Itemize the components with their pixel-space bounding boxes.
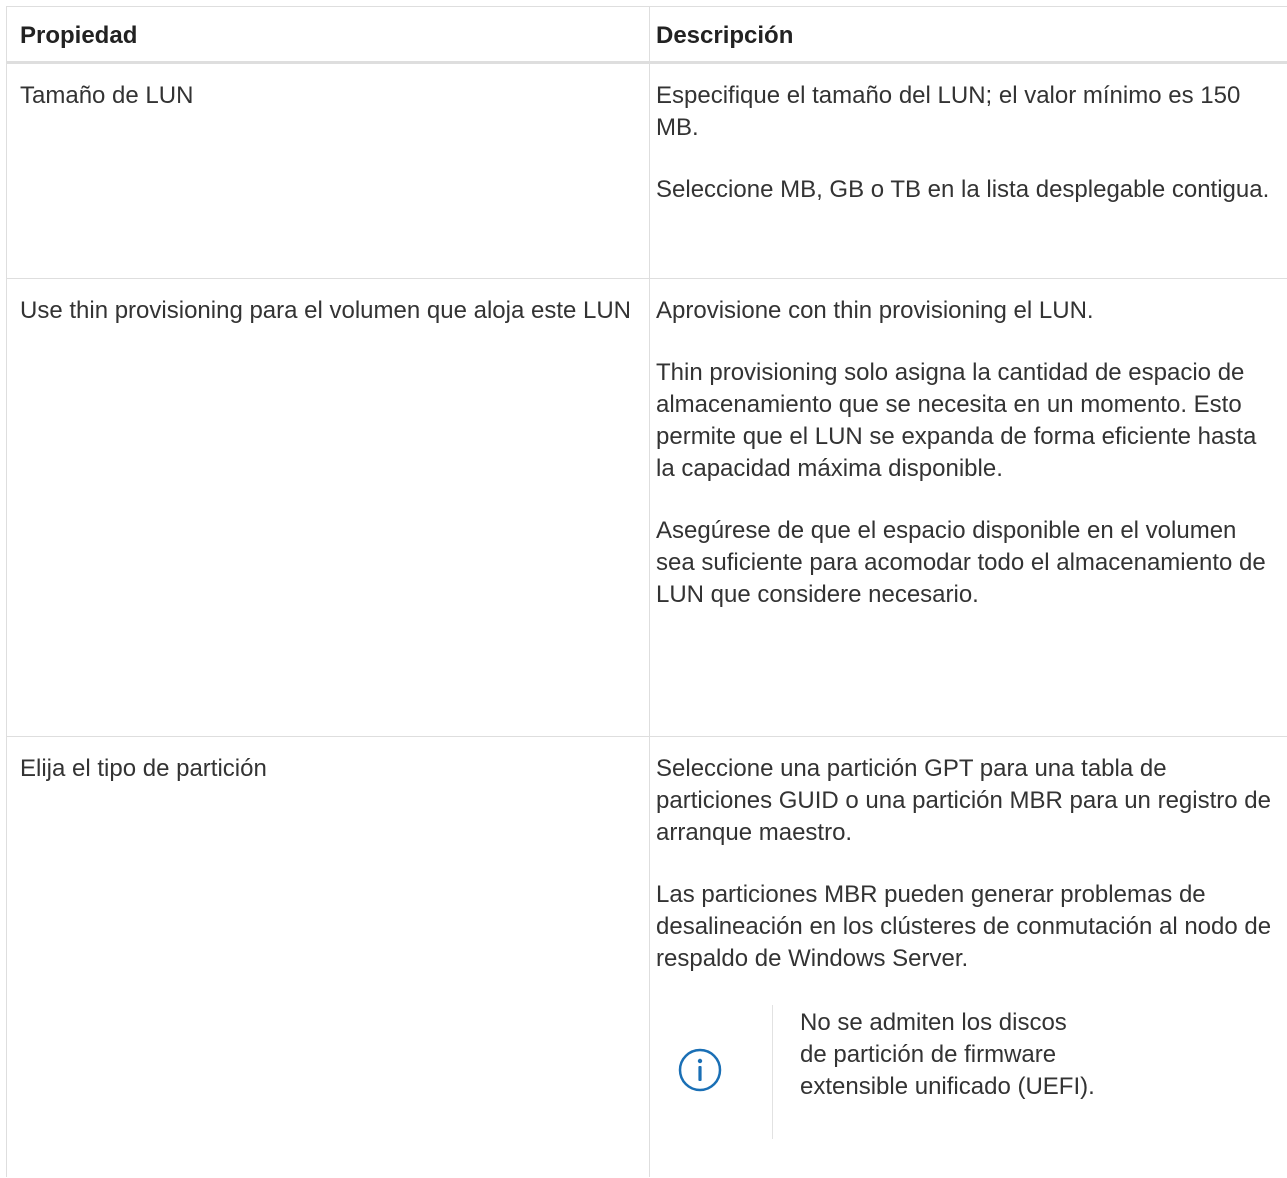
description-paragraph: Seleccione una partición GPT para una ta…	[656, 755, 1271, 846]
description-paragraph: Seleccione MB, GB o TB en la lista despl…	[656, 176, 1270, 203]
table-row: Tamaño de LUN Especifique el tamaño del …	[7, 64, 1287, 279]
info-circle-icon	[678, 1048, 722, 1092]
description-cell: Especifique el tamaño del LUN; el valor …	[650, 64, 1287, 278]
table-header-row: Propiedad Descripción	[7, 7, 1287, 64]
description-paragraph: Asegúrese de que el espacio disponible e…	[656, 517, 1266, 608]
description-paragraph: Las particiones MBR pueden generar probl…	[656, 881, 1272, 972]
description-paragraph: Aprovisione con thin provisioning el LUN…	[656, 297, 1094, 324]
description-cell: Aprovisione con thin provisioning el LUN…	[650, 279, 1287, 736]
property-cell: Elija el tipo de partición	[20, 755, 267, 782]
header-description: Descripción	[656, 22, 794, 49]
description-paragraph: Especifique el tamaño del LUN; el valor …	[656, 82, 1241, 141]
properties-table: Propiedad Descripción Tamaño de LUN Espe…	[6, 6, 1287, 1177]
description-cell: Seleccione una partición GPT para una ta…	[650, 737, 1287, 1178]
header-property: Propiedad	[20, 22, 138, 49]
property-cell: Tamaño de LUN	[20, 82, 194, 109]
note-text: No se admiten los discos de partición de…	[800, 1009, 1095, 1100]
property-cell: Use thin provisioning para el volumen qu…	[20, 297, 632, 324]
table-row: Elija el tipo de partición Seleccione un…	[7, 737, 1287, 1178]
description-paragraph: Thin provisioning solo asigna la cantida…	[656, 359, 1257, 482]
table-row: Use thin provisioning para el volumen qu…	[7, 279, 1287, 737]
note-divider	[772, 1005, 773, 1139]
note-admonition: No se admiten los discos de partición de…	[656, 1005, 1280, 1139]
